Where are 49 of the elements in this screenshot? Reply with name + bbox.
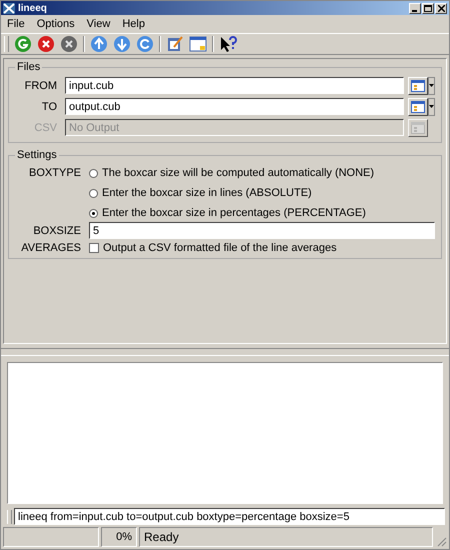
field-label: BOXTYPE bbox=[28, 166, 81, 181]
caret-icon bbox=[429, 84, 434, 87]
file-browser-icon bbox=[411, 100, 425, 112]
menu-item[interactable]: View bbox=[86, 18, 110, 30]
edit-icon[interactable] bbox=[166, 35, 184, 53]
browse-button[interactable] bbox=[408, 76, 428, 94]
radio-button[interactable] bbox=[89, 188, 98, 198]
maximize-button[interactable] bbox=[422, 2, 434, 14]
help-pointer-icon[interactable] bbox=[219, 35, 237, 53]
minimize-button[interactable] bbox=[409, 2, 421, 14]
refresh-icon[interactable] bbox=[136, 35, 154, 53]
menu-item[interactable]: Options bbox=[36, 18, 75, 30]
file-browser-icon bbox=[411, 122, 425, 134]
cancel-icon[interactable] bbox=[60, 35, 78, 53]
radio-button[interactable] bbox=[89, 168, 98, 178]
checkbox-label: Output a CSV formatted file of the line averages bbox=[103, 242, 337, 254]
field-label: TO bbox=[40, 100, 58, 112]
field-label: AVERAGES bbox=[20, 242, 81, 254]
group-title: Files bbox=[16, 61, 42, 73]
option-label: Enter the boxcar size in percentages (PERCENTAGE) bbox=[102, 207, 366, 219]
field-label: BOXSIZE bbox=[32, 224, 81, 236]
caret-icon bbox=[429, 105, 434, 108]
radio-button[interactable] bbox=[89, 208, 98, 218]
file-browser-icon bbox=[411, 80, 425, 92]
option-label: The boxcar size will be computed automatically (NONE) bbox=[102, 167, 374, 179]
resize-grip-icon[interactable] bbox=[435, 535, 447, 547]
close-button[interactable] bbox=[435, 2, 447, 14]
command-line-field[interactable]: lineeq from=input.cub to=output.cub boxtype=percentage boxsize=5 bbox=[14, 508, 445, 525]
option-label: Enter the boxcar size in lines (ABSOLUTE) bbox=[102, 187, 312, 199]
status-message: Ready bbox=[139, 527, 433, 547]
progress-percent: 0% bbox=[101, 527, 137, 547]
menu-item[interactable]: Help bbox=[122, 18, 145, 30]
window-icon[interactable] bbox=[189, 35, 207, 53]
dropdown-button[interactable] bbox=[428, 98, 435, 116]
checkbox[interactable] bbox=[89, 243, 99, 253]
splitter[interactable] bbox=[1, 348, 449, 356]
menu-item[interactable]: File bbox=[7, 18, 25, 30]
field-label: FROM bbox=[24, 80, 58, 92]
file-field[interactable]: input.cub bbox=[65, 77, 404, 94]
group-title: Settings bbox=[16, 149, 58, 161]
dropdown-button[interactable] bbox=[428, 76, 435, 94]
browse-button[interactable] bbox=[408, 98, 428, 116]
app-icon bbox=[3, 2, 15, 14]
field-label: CSV bbox=[33, 122, 58, 134]
go-icon[interactable] bbox=[14, 35, 32, 53]
window-title: lineeq bbox=[18, 2, 48, 14]
file-field[interactable]: output.cub bbox=[65, 98, 404, 115]
stop-icon[interactable] bbox=[37, 35, 55, 53]
boxsize-field[interactable]: 5 bbox=[89, 222, 435, 239]
